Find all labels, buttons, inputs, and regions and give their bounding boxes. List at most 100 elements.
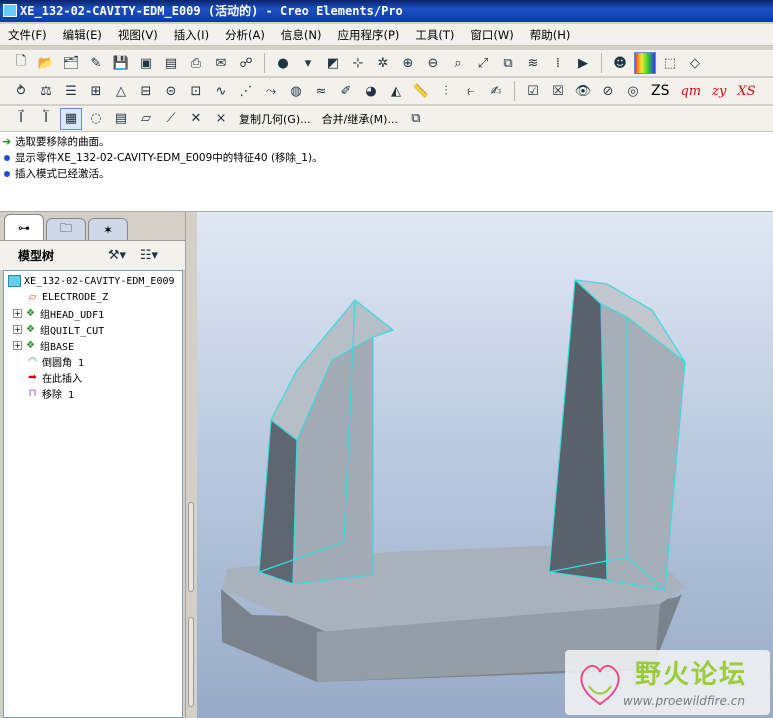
orient-icon[interactable]: ✲ xyxy=(372,52,394,74)
menu-view[interactable]: 视图(V) xyxy=(110,27,166,43)
select-filter-icon[interactable]: ▦ xyxy=(60,107,82,130)
menu-window[interactable]: 窗口(W) xyxy=(462,27,521,43)
bus-icon[interactable]: ⊞ xyxy=(85,80,107,102)
note-icon[interactable]: ✍ xyxy=(485,80,507,102)
color-spectrum-icon[interactable] xyxy=(634,52,656,74)
document-icon[interactable]: ▤ xyxy=(110,108,132,130)
layers-icon[interactable]: ≋ xyxy=(522,52,544,74)
tab-model-tree[interactable]: ⊶ xyxy=(4,214,44,240)
repaint-icon[interactable]: ◩ xyxy=(322,52,344,74)
eye-hidden-icon[interactable]: ⊘ xyxy=(597,80,619,102)
tree-node-root[interactable]: XE_132-02-CAVITY-EDM_E009 xyxy=(4,273,182,289)
cross-x-icon[interactable]: ✕ xyxy=(185,108,207,130)
refit-icon[interactable]: ⌕ xyxy=(447,52,469,74)
brush-icon[interactable]: ⥼ xyxy=(460,80,482,102)
tree-settings-icon[interactable]: ⚒▾ xyxy=(106,245,128,267)
slash-icon[interactable]: ⟋ xyxy=(160,108,182,130)
edit-icon[interactable]: ✎ xyxy=(85,52,107,74)
tree-node-electrode-z[interactable]: ▱ ELECTRODE_Z xyxy=(4,289,182,305)
menu-insert[interactable]: 插入(I) xyxy=(166,27,217,43)
merge-inherit-button[interactable]: 合并/继承(M)... xyxy=(318,111,402,127)
reorient-icon[interactable]: ⤢ xyxy=(472,52,494,74)
close-box-icon[interactable]: ☒ xyxy=(547,80,569,102)
external-copy-icon[interactable]: ⧉ xyxy=(405,108,427,130)
curve-edit-icon[interactable]: ⤳ xyxy=(260,80,282,102)
save-copy-icon[interactable]: ▣ xyxy=(135,52,157,74)
menu-applications[interactable]: 应用程序(P) xyxy=(329,27,407,43)
wave-icon[interactable]: ≈ xyxy=(310,80,332,102)
splitter-grip[interactable] xyxy=(188,502,194,592)
zs-button[interactable]: ZS xyxy=(647,83,673,99)
color-ball-icon[interactable]: ◕ xyxy=(360,80,382,102)
hidden-line-cube-icon[interactable]: ◇ xyxy=(684,52,706,74)
box-icon[interactable]: ⊡ xyxy=(185,80,207,102)
tree-node-round-1[interactable]: ◠ 倒圆角 1 xyxy=(4,353,182,369)
text-format-icon[interactable]: I⃖ xyxy=(35,108,57,130)
menu-file[interactable]: 文件(F) xyxy=(0,27,55,43)
view-manager-icon[interactable]: ⁞ xyxy=(547,52,569,74)
zy-button[interactable]: zy xyxy=(708,84,730,99)
balance-icon[interactable]: ⚖ xyxy=(35,80,57,102)
prism-icon[interactable]: ◭ xyxy=(385,80,407,102)
shape-icon[interactable]: ◍ xyxy=(285,80,307,102)
curve-icon[interactable]: ∿ xyxy=(210,80,232,102)
eye-outline-icon[interactable]: ◎ xyxy=(622,80,644,102)
circle-minus-icon[interactable]: ⊝ xyxy=(160,80,182,102)
zoom-in-icon[interactable]: ⊕ xyxy=(397,52,419,74)
saved-views-icon[interactable]: ⧉ xyxy=(497,52,519,74)
comb-icon[interactable]: ⫶ xyxy=(435,80,457,102)
tree-node-group-base[interactable]: + ❖ 组BASE xyxy=(4,337,182,353)
pencil-icon[interactable]: ✐ xyxy=(335,80,357,102)
tab-folder-browser[interactable]: 🗀 xyxy=(46,218,86,240)
user-icon[interactable]: ☻ xyxy=(609,52,631,74)
save-icon[interactable]: 💾 xyxy=(110,52,132,74)
eye-icon[interactable]: 👁 xyxy=(572,80,594,102)
stack-icon[interactable]: ☰ xyxy=(60,80,82,102)
xs-button[interactable]: XS xyxy=(733,84,759,99)
grid-icon[interactable]: ⊟ xyxy=(135,80,157,102)
panel-splitter[interactable] xyxy=(185,212,197,718)
menu-analysis[interactable]: 分析(A) xyxy=(217,27,273,43)
copy-geometry-button[interactable]: 复制几何(G)... xyxy=(235,111,315,127)
tree-node-remove-1[interactable]: ⊓ 移除 1 xyxy=(4,385,182,401)
eye-disabled-icon: ◌ xyxy=(90,111,102,126)
menu-info[interactable]: 信息(N) xyxy=(273,27,330,43)
open-folder-icon[interactable]: 📂 xyxy=(35,52,57,74)
checkbox-icon[interactable]: ☑ xyxy=(522,80,544,102)
triangle-icon[interactable]: △ xyxy=(110,80,132,102)
tree-node-group-quilt-cut[interactable]: + ❖ 组QUILT_CUT xyxy=(4,321,182,337)
tree-node-group-head-udf1[interactable]: + ❖ 组HEAD_UDF1 xyxy=(4,305,182,321)
link-icon[interactable]: ☍ xyxy=(235,52,257,74)
tree-node-insert-here[interactable]: ➡ 在此插入 xyxy=(4,369,182,385)
tree-columns-icon[interactable]: ☷▾ xyxy=(138,245,160,267)
expand-icon[interactable]: + xyxy=(13,308,22,318)
wireframe-cube-icon[interactable]: ⬚ xyxy=(659,52,681,74)
splitter-grip[interactable] xyxy=(188,617,194,707)
dropdown-arrow-icon[interactable]: ▾ xyxy=(297,52,319,74)
open-session-icon[interactable]: 🗂 xyxy=(60,52,82,74)
mail-icon[interactable]: ✉ xyxy=(210,52,232,74)
cross-xy-icon[interactable]: ⨯ xyxy=(210,108,232,130)
parallelogram-icon[interactable]: ▱ xyxy=(135,108,157,130)
shade-sphere-icon[interactable]: ● xyxy=(272,52,294,74)
qm-button[interactable]: qm xyxy=(676,84,705,99)
new-file-icon[interactable]: 🗋 xyxy=(10,52,32,74)
model-3d-view[interactable] xyxy=(197,212,773,718)
menu-tools[interactable]: 工具(T) xyxy=(407,27,462,43)
menu-help[interactable]: 帮助(H) xyxy=(522,27,579,43)
message-area: ➜ 选取要移除的曲面。 显示零件XE_132-02-CAVITY-EDM_E00… xyxy=(0,132,773,212)
expand-icon[interactable]: + xyxy=(13,340,22,350)
spring-icon[interactable]: ⥁ xyxy=(10,80,32,102)
graph-icon[interactable]: ⋰ xyxy=(235,80,257,102)
graphics-viewport[interactable] xyxy=(197,212,773,718)
menu-edit[interactable]: 编辑(E) xyxy=(55,27,110,43)
zoom-out-icon[interactable]: ⊖ xyxy=(422,52,444,74)
expand-icon[interactable]: + xyxy=(13,324,22,334)
text-style-icon[interactable]: I⃗ xyxy=(10,108,32,130)
print-icon[interactable]: ⎙ xyxy=(185,52,207,74)
spin-center-icon[interactable]: ⊹ xyxy=(347,52,369,74)
ruler-icon[interactable]: 📏 xyxy=(410,80,432,102)
backup-icon[interactable]: ▤ xyxy=(160,52,182,74)
tab-favorites[interactable]: ✶ xyxy=(88,218,128,240)
presentation-icon[interactable]: ▶ xyxy=(572,52,594,74)
